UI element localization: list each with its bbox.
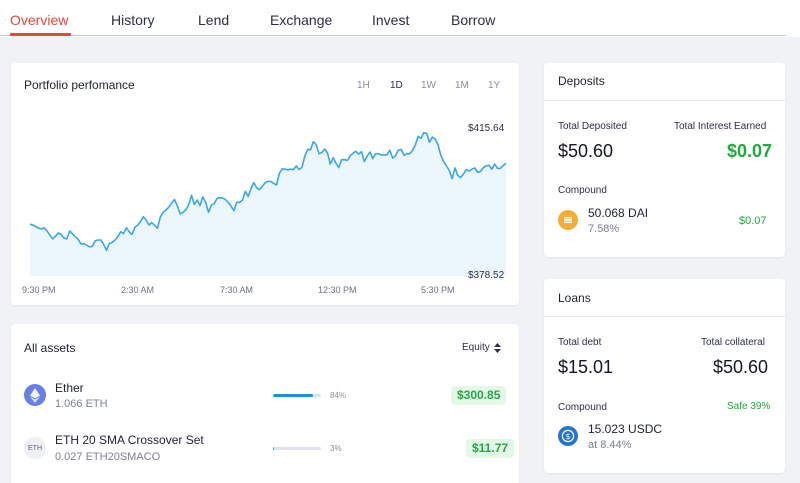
ether-icon bbox=[24, 384, 46, 406]
tab-invest[interactable]: Invest bbox=[372, 12, 409, 28]
asset-row-ether[interactable] bbox=[11, 374, 519, 418]
allocation-bar-fill bbox=[273, 447, 275, 450]
dai-icon bbox=[558, 210, 578, 230]
tab-borrow[interactable]: Borrow bbox=[451, 12, 495, 28]
range-1y[interactable]: 1Y bbox=[488, 80, 500, 91]
range-1h[interactable]: 1H bbox=[357, 80, 370, 91]
tab-overview[interactable]: Overview bbox=[10, 12, 68, 28]
total-deposited-label: Total Deposited bbox=[558, 121, 627, 132]
deposits-title: Deposits bbox=[558, 74, 605, 88]
eth20smaco-icon: ETH bbox=[24, 437, 46, 459]
divider bbox=[544, 316, 785, 317]
total-interest-value: $0.07 bbox=[727, 141, 773, 161]
allocation-bar-fill bbox=[273, 394, 314, 397]
asset-name: Ether bbox=[55, 381, 84, 395]
asset-value: $300.85 bbox=[451, 386, 507, 405]
active-tab-indicator bbox=[10, 33, 71, 36]
usdc-icon: $ bbox=[558, 426, 578, 446]
range-1m[interactable]: 1M bbox=[455, 80, 469, 91]
usdc-rate: at 8.44% bbox=[588, 439, 632, 451]
usdc-amount: 15.023 USDC bbox=[588, 422, 663, 436]
nav-tabs: Overview History Lend Exchange Invest Bo… bbox=[0, 0, 786, 36]
loans-title: Loans bbox=[558, 291, 591, 305]
allocation-pct: 3% bbox=[330, 444, 342, 453]
portfolio-card bbox=[11, 63, 519, 305]
dai-rate: 7.58% bbox=[588, 223, 620, 235]
tab-exchange[interactable]: Exchange bbox=[270, 12, 332, 28]
loans-protocol: Compound bbox=[558, 402, 607, 413]
chart-high-label: $415.64 bbox=[468, 123, 505, 134]
x-tick-label: 7:30 AM bbox=[220, 285, 254, 295]
dai-amount: 50.068 DAI bbox=[588, 206, 649, 220]
x-tick-label: 2:30 AM bbox=[121, 285, 155, 295]
equity-sort-label: Equity bbox=[462, 342, 490, 353]
divider bbox=[544, 100, 785, 101]
total-collateral-value: $50.60 bbox=[713, 357, 769, 377]
assets-title: All assets bbox=[24, 341, 76, 355]
sort-icon bbox=[493, 342, 501, 353]
total-debt-label: Total debt bbox=[558, 337, 602, 348]
x-tick-label: 12:30 PM bbox=[318, 285, 357, 295]
total-collateral-label: Total collateral bbox=[701, 337, 765, 348]
range-1w[interactable]: 1W bbox=[421, 80, 436, 91]
asset-amount: 0.027 ETH20SMACO bbox=[55, 451, 161, 463]
svg-text:$: $ bbox=[565, 432, 570, 441]
chart-low-label: $378.52 bbox=[468, 270, 505, 281]
loan-safety-status: Safe 39% bbox=[727, 401, 771, 412]
asset-name: ETH 20 SMA Crossover Set bbox=[55, 433, 204, 447]
range-1d[interactable]: 1D bbox=[390, 80, 403, 91]
equity-sort-button[interactable]: Equity bbox=[462, 342, 501, 353]
allocation-pct: 84% bbox=[330, 391, 347, 400]
allocation-bar bbox=[273, 447, 321, 450]
allocation-bar bbox=[273, 394, 321, 397]
portfolio-title: Portfolio perfomance bbox=[24, 78, 135, 92]
deposits-protocol: Compound bbox=[558, 185, 607, 196]
dai-interest: $0.07 bbox=[739, 215, 767, 227]
x-tick-label: 9:30 PM bbox=[22, 285, 56, 295]
total-debt-value: $15.01 bbox=[558, 357, 614, 377]
asset-amount: 1.066 ETH bbox=[55, 398, 108, 410]
x-tick-label: 5:30 PM bbox=[421, 285, 455, 295]
total-deposited-value: $50.60 bbox=[558, 141, 614, 161]
tab-history[interactable]: History bbox=[111, 12, 155, 28]
tab-lend[interactable]: Lend bbox=[198, 12, 229, 28]
asset-value: $11.77 bbox=[466, 439, 515, 458]
total-interest-label: Total Interest Earned bbox=[674, 121, 767, 132]
